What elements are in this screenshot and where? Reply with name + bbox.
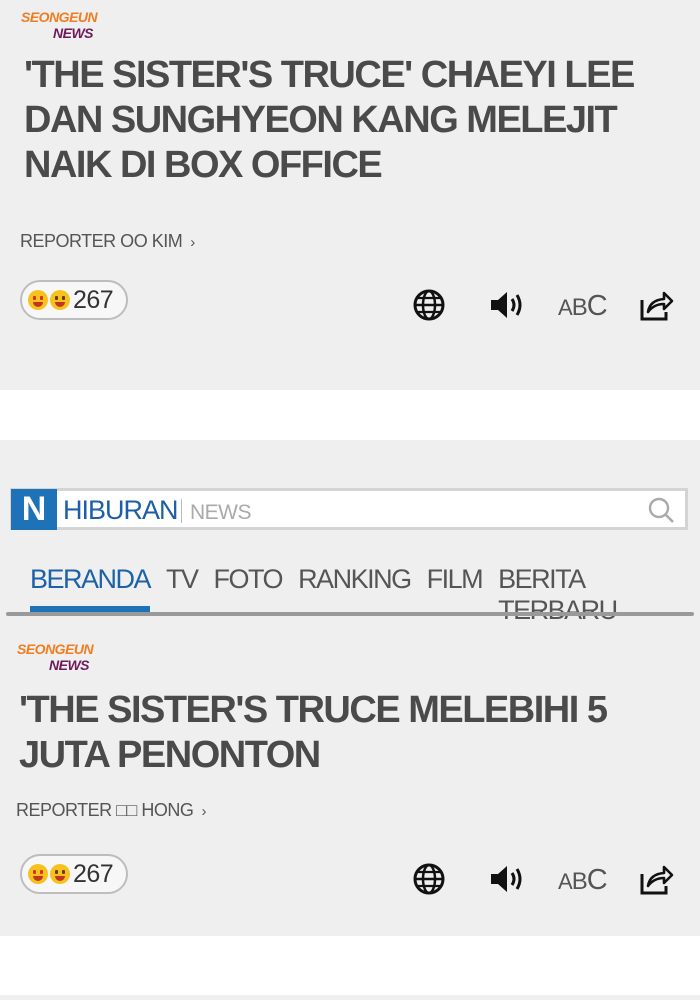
- article-headline: 'THE SISTER'S TRUCE' CHAEYI LEE DAN SUNG…: [24, 54, 635, 186]
- tab-foto[interactable]: FOTO: [214, 564, 284, 612]
- tab-film[interactable]: FILM: [427, 564, 484, 612]
- share-icon[interactable]: [638, 862, 674, 901]
- news-logo[interactable]: SEONGEUN NEWS: [17, 641, 94, 673]
- globe-icon[interactable]: [412, 288, 446, 327]
- reporter-link[interactable]: REPORTER □□ HONG ›: [16, 800, 206, 821]
- laughing-emoji-icon: [50, 290, 70, 310]
- article-header-1: SEONGEUN NEWS 'THE SISTER'S TRUCE' CHAEY…: [0, 0, 700, 390]
- reporter-link[interactable]: REPORTER OO KIM ›: [20, 231, 195, 252]
- globe-icon[interactable]: [412, 862, 446, 901]
- tab-beranda[interactable]: BERANDA: [30, 564, 152, 612]
- brand-logo[interactable]: N: [11, 489, 57, 530]
- reporter-name: REPORTER □□ HONG: [16, 800, 194, 820]
- font-size-icon[interactable]: ABC: [558, 864, 608, 897]
- reaction-button[interactable]: 267: [20, 280, 128, 320]
- font-size-icon[interactable]: ABC: [558, 290, 608, 323]
- heart-eyes-emoji-icon: [28, 864, 48, 884]
- news-logo[interactable]: SEONGEUN NEWS: [21, 9, 98, 41]
- search-icon[interactable]: [647, 496, 675, 529]
- article-headline: 'THE SISTER'S TRUCE MELEBIHI 5 JUTA PENO…: [19, 689, 608, 776]
- tab-tv[interactable]: TV: [166, 564, 199, 612]
- section-panel: N HIBURAN NEWS BERANDA TV FOTO RANKING F…: [0, 440, 700, 936]
- next-panel-edge: [0, 995, 700, 1000]
- reaction-count: 267: [73, 285, 114, 314]
- logo-line-1: SEONGEUN: [21, 9, 98, 25]
- tab-berita-terbaru[interactable]: BERITA TERBARU: [498, 564, 700, 625]
- reporter-name: REPORTER OO KIM: [20, 231, 183, 251]
- laughing-emoji-icon: [50, 864, 70, 884]
- heart-eyes-emoji-icon: [28, 290, 48, 310]
- tab-ranking[interactable]: RANKING: [298, 564, 412, 612]
- chevron-right-icon: ›: [190, 234, 195, 251]
- logo-line-1: SEONGEUN: [17, 641, 94, 657]
- section-search-bar[interactable]: N HIBURAN NEWS: [10, 488, 688, 530]
- speaker-icon[interactable]: [488, 288, 526, 327]
- nav-tabs: BERANDA TV FOTO RANKING FILM BERITA TERB…: [30, 564, 700, 625]
- chevron-right-icon: ›: [201, 803, 206, 820]
- share-icon[interactable]: [638, 288, 674, 327]
- divider: [181, 499, 182, 523]
- logo-line-2: NEWS: [53, 25, 94, 41]
- logo-line-2: NEWS: [49, 657, 90, 673]
- section-subtitle: NEWS: [190, 501, 252, 524]
- nav-divider: [6, 612, 694, 616]
- reaction-button[interactable]: 267: [20, 854, 128, 894]
- section-title[interactable]: HIBURAN: [63, 495, 179, 526]
- reaction-count: 267: [73, 859, 114, 888]
- speaker-icon[interactable]: [488, 862, 526, 901]
